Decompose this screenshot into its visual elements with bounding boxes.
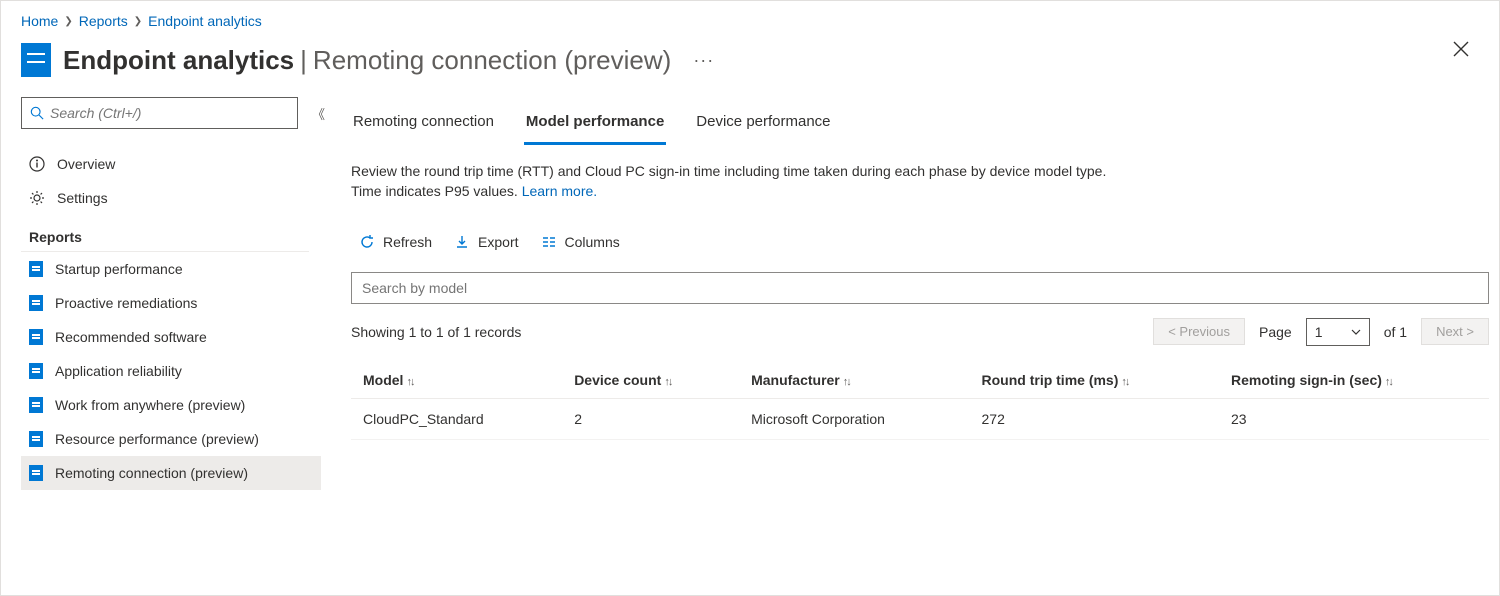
tool-label: Refresh (383, 234, 432, 250)
col-model[interactable]: Model↑↓ (351, 362, 562, 399)
description-text: Review the round trip time (RTT) and Clo… (351, 163, 1106, 199)
tab-device[interactable]: Device performance (694, 103, 832, 145)
tool-label: Export (478, 234, 518, 250)
col-label: Device count (574, 372, 661, 388)
prev-page-button[interactable]: < Previous (1153, 318, 1245, 345)
sidebar-search[interactable] (21, 97, 298, 129)
refresh-icon (359, 234, 375, 250)
close-icon[interactable] (1453, 41, 1469, 57)
tool-label: Columns (565, 234, 620, 250)
page-of: of 1 (1384, 324, 1407, 340)
cell-model: CloudPC_Standard (351, 398, 562, 439)
col-count[interactable]: Device count↑↓ (562, 362, 739, 399)
sidebar: 《 Overview Settings Reports Startup perf… (1, 97, 321, 581)
model-search-input[interactable] (351, 272, 1489, 304)
report-icon (29, 363, 43, 379)
sidebar-item-label: Proactive remediations (55, 295, 197, 311)
cell-manufacturer: Microsoft Corporation (739, 398, 969, 439)
title-divider: | (294, 45, 313, 76)
sidebar-item-resource[interactable]: Resource performance (preview) (21, 422, 321, 456)
page-label: Page (1259, 324, 1292, 340)
gear-icon (29, 190, 45, 206)
chevron-right-icon: ❯ (64, 16, 72, 27)
sidebar-item-label: Remoting connection (preview) (55, 465, 248, 481)
tabs: Remoting connection Model performance De… (351, 103, 1489, 145)
collapse-sidebar-icon[interactable]: 《 (312, 104, 321, 123)
tab-model[interactable]: Model performance (524, 103, 666, 145)
chevron-down-icon (1351, 329, 1361, 335)
page-title: Endpoint analytics (63, 45, 294, 76)
report-icon (29, 465, 43, 481)
next-page-button[interactable]: Next > (1421, 318, 1489, 345)
sidebar-item-remoting[interactable]: Remoting connection (preview) (21, 456, 321, 490)
col-signin[interactable]: Remoting sign-in (sec)↑↓ (1219, 362, 1489, 399)
search-icon (30, 106, 44, 120)
sidebar-item-label: Resource performance (preview) (55, 431, 259, 447)
cell-count: 2 (562, 398, 739, 439)
col-label: Remoting sign-in (sec) (1231, 372, 1382, 388)
sidebar-section-reports: Reports (21, 215, 309, 252)
breadcrumb: Home ❯ Reports ❯ Endpoint analytics (1, 1, 1499, 35)
toolbar: Refresh Export Columns (351, 234, 1489, 250)
report-icon (29, 431, 43, 447)
cell-rtt: 272 (970, 398, 1220, 439)
sidebar-item-label: Work from anywhere (preview) (55, 397, 245, 413)
report-icon (29, 397, 43, 413)
sidebar-item-startup[interactable]: Startup performance (21, 252, 321, 286)
analytics-icon (21, 43, 51, 77)
sort-icon[interactable]: ↑↓ (406, 376, 413, 388)
sort-icon[interactable]: ↑↓ (843, 376, 850, 388)
download-icon (454, 234, 470, 250)
learn-more-link[interactable]: Learn more. (522, 183, 597, 199)
nav-label: Overview (57, 156, 115, 172)
description: Review the round trip time (RTT) and Clo… (351, 161, 1111, 202)
columns-button[interactable]: Columns (541, 234, 620, 250)
sidebar-item-label: Application reliability (55, 363, 182, 379)
report-icon (29, 329, 43, 345)
col-label: Round trip time (ms) (982, 372, 1119, 388)
col-manufacturer[interactable]: Manufacturer↑↓ (739, 362, 969, 399)
col-label: Manufacturer (751, 372, 840, 388)
results-table: Model↑↓ Device count↑↓ Manufacturer↑↓ Ro… (351, 362, 1489, 440)
sort-icon[interactable]: ↑↓ (1121, 376, 1128, 388)
nav-overview[interactable]: Overview (21, 147, 321, 181)
refresh-button[interactable]: Refresh (359, 234, 432, 250)
sidebar-item-wfa[interactable]: Work from anywhere (preview) (21, 388, 321, 422)
columns-icon (541, 234, 557, 250)
pager: < Previous Page 1 of 1 Next > (1153, 318, 1489, 346)
crumb-current[interactable]: Endpoint analytics (148, 13, 262, 29)
sidebar-item-recommended[interactable]: Recommended software (21, 320, 321, 354)
more-button[interactable]: ··· (693, 50, 714, 71)
cell-signin: 23 (1219, 398, 1489, 439)
sidebar-item-label: Startup performance (55, 261, 183, 277)
sidebar-item-reliability[interactable]: Application reliability (21, 354, 321, 388)
sidebar-item-label: Recommended software (55, 329, 207, 345)
main-content: Remoting connection Model performance De… (321, 97, 1499, 581)
report-icon (29, 295, 43, 311)
page-value: 1 (1315, 324, 1323, 340)
page-select[interactable]: 1 (1306, 318, 1370, 346)
crumb-reports[interactable]: Reports (79, 13, 128, 29)
records-summary: Showing 1 to 1 of 1 records (351, 324, 521, 340)
col-label: Model (363, 372, 403, 388)
page-subtitle: Remoting connection (preview) (313, 45, 671, 76)
crumb-home[interactable]: Home (21, 13, 58, 29)
sort-icon[interactable]: ↑↓ (664, 376, 671, 388)
sidebar-item-proactive[interactable]: Proactive remediations (21, 286, 321, 320)
chevron-right-icon: ❯ (134, 16, 142, 27)
nav-settings[interactable]: Settings (21, 181, 321, 215)
table-row[interactable]: CloudPC_Standard 2 Microsoft Corporation… (351, 398, 1489, 439)
nav-label: Settings (57, 190, 108, 206)
col-rtt[interactable]: Round trip time (ms)↑↓ (970, 362, 1220, 399)
sidebar-search-input[interactable] (50, 105, 289, 121)
info-icon (29, 156, 45, 172)
page-header: Endpoint analytics | Remoting connection… (1, 35, 1499, 97)
export-button[interactable]: Export (454, 234, 518, 250)
report-icon (29, 261, 43, 277)
sort-icon[interactable]: ↑↓ (1385, 376, 1392, 388)
tab-remoting[interactable]: Remoting connection (351, 103, 496, 145)
